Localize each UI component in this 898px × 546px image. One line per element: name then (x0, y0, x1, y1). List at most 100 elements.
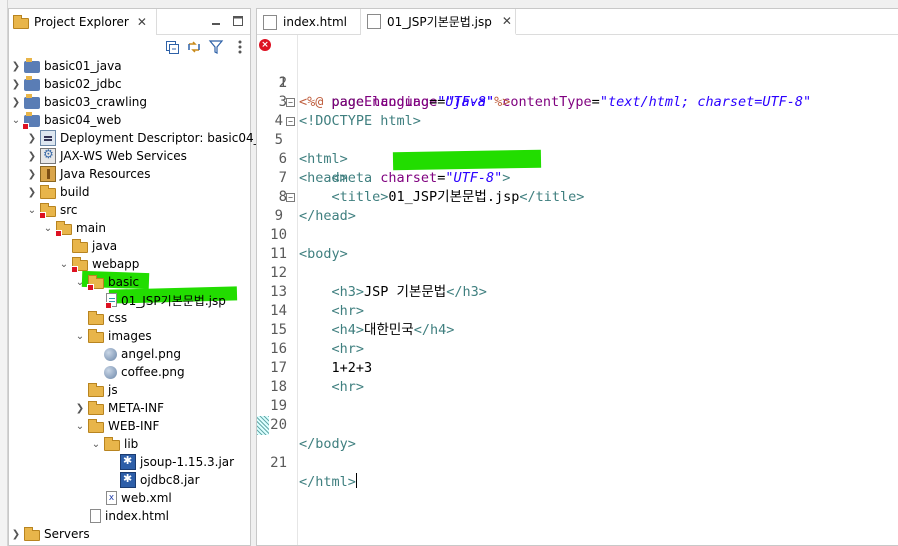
list-item[interactable]: ❯ build (27, 183, 90, 201)
folder-icon (72, 239, 88, 253)
project-explorer-panel: Project Explorer ✕ ❯ basic01_java ❯ basi… (8, 8, 284, 546)
list-item[interactable]: css (85, 309, 127, 327)
tab-label: 01_JSP기본문법.jsp (387, 14, 492, 29)
list-item[interactable]: ⌄ main (43, 219, 106, 237)
list-item[interactable]: ⌄ images (75, 327, 152, 345)
chevron-right-icon[interactable]: ❯ (27, 147, 37, 165)
explorer-tab-bar: Project Explorer ✕ (9, 9, 250, 35)
tree-item-label: jsoup-1.15.3.jar (140, 455, 235, 469)
html-file-icon (90, 509, 101, 523)
image-file-icon (104, 366, 117, 379)
tree-item-label: basic03_crawling (44, 95, 148, 109)
folder-icon (88, 419, 104, 433)
tree-item-label: META-INF (108, 401, 165, 415)
folder-icon (40, 185, 56, 199)
tree-item-label: lib (124, 437, 139, 451)
chevron-right-icon[interactable]: ❯ (27, 183, 37, 201)
fold-collapse-icon[interactable]: − (286, 98, 295, 107)
list-item[interactable]: angel.png (101, 345, 181, 363)
list-item[interactable]: js (85, 381, 118, 399)
list-item[interactable]: ❯ Java Resources (27, 165, 150, 183)
code-line: 20 </body> (257, 397, 897, 452)
list-item[interactable]: ❯ Servers (11, 525, 90, 543)
list-item[interactable]: ❯ Deployment Descriptor: basic04_web (27, 129, 284, 147)
folder-icon (55, 221, 72, 237)
list-item[interactable]: ⌄ basic04_web (11, 111, 121, 130)
tree-item-label: WEB-INF (108, 419, 160, 433)
list-item[interactable]: ⌄ webapp (59, 255, 139, 273)
minimize-icon[interactable] (209, 14, 223, 28)
list-item[interactable]: jsoup-1.15.3.jar (117, 453, 234, 471)
list-item[interactable]: index.html (85, 507, 169, 525)
chevron-right-icon[interactable]: ❯ (27, 165, 37, 183)
code-line: 11 (257, 226, 897, 262)
chevron-right-icon[interactable]: ❯ (11, 75, 21, 93)
java-resources-icon (40, 166, 56, 182)
close-icon[interactable]: ✕ (137, 15, 147, 29)
code-line: 2 pageEncoding="UTF-8"%> (257, 55, 897, 110)
chevron-down-icon[interactable]: ⌄ (75, 417, 85, 435)
list-item[interactable]: ❯ JAX-WS Web Services (27, 147, 187, 165)
tree-item-label: webapp (92, 257, 140, 271)
list-item[interactable]: coffee.png (101, 363, 185, 381)
list-item[interactable]: ojdbc8.jar (117, 471, 200, 489)
tab-project-explorer[interactable]: Project Explorer ✕ (9, 9, 157, 35)
image-file-icon (104, 348, 117, 361)
chevron-down-icon[interactable]: ⌄ (43, 219, 53, 237)
list-item[interactable]: 01_JSP기본문법.jsp (101, 291, 226, 309)
code-line: 5 − <head> (257, 112, 897, 186)
current-line-marker (257, 416, 269, 435)
chevron-down-icon[interactable]: ⌄ (11, 111, 21, 129)
list-item[interactable]: ⌄ lib (91, 435, 138, 453)
folder-icon (104, 437, 120, 451)
code-token: </body> (299, 436, 356, 452)
tab-index-html[interactable]: index.html (257, 9, 361, 35)
tree-item-label: basic01_java (44, 59, 122, 73)
code-editor[interactable]: index.html 01_JSP기본문법.jsp ✕ × 1 <%@ page… (256, 8, 898, 546)
chevron-down-icon[interactable]: ⌄ (75, 327, 85, 345)
chevron-right-icon[interactable]: ❯ (11, 93, 21, 111)
list-item[interactable]: ❯ basic02_jdbc (11, 75, 122, 93)
view-menu-icon[interactable] (232, 39, 248, 55)
chevron-right-icon[interactable]: ❯ (11, 57, 21, 75)
jsp-file-icon (367, 13, 381, 29)
deployment-descriptor-icon (40, 130, 56, 146)
list-item[interactable]: x web.xml (101, 489, 172, 507)
chevron-down-icon[interactable]: ⌄ (27, 201, 37, 219)
chevron-down-icon[interactable]: ⌄ (59, 255, 69, 273)
html-file-icon (263, 14, 277, 30)
list-item[interactable]: ⌄ WEB-INF (75, 417, 159, 435)
jar-file-icon (120, 454, 136, 470)
filter-icon[interactable] (208, 39, 224, 55)
chevron-right-icon[interactable]: ❯ (27, 129, 37, 147)
code-line: 13 <hr> (257, 264, 897, 319)
chevron-right-icon[interactable]: ❯ (11, 525, 21, 543)
code-line: 10 (257, 207, 897, 243)
list-item[interactable]: java (69, 237, 117, 255)
folder-icon (88, 329, 104, 343)
chevron-down-icon[interactable]: ⌄ (75, 273, 85, 291)
chevron-right-icon[interactable]: ❯ (75, 399, 85, 417)
fold-collapse-icon[interactable]: − (286, 193, 295, 202)
list-item[interactable]: ❯ META-INF (75, 399, 164, 417)
xml-file-icon: x (106, 491, 117, 505)
maximize-icon[interactable] (231, 14, 245, 28)
line-number: 21 (270, 455, 287, 471)
error-icon[interactable]: × (259, 39, 271, 51)
tree-item-label: build (60, 185, 90, 199)
fold-collapse-icon[interactable]: − (286, 117, 295, 126)
tab-jsp-file[interactable]: 01_JSP기본문법.jsp ✕ (361, 9, 516, 35)
link-with-editor-icon[interactable] (186, 39, 202, 55)
collapse-all-icon[interactable] (164, 39, 180, 55)
tree-item-label: Servers (44, 527, 90, 541)
error-icon (87, 284, 94, 291)
code-line: 8 </head> (257, 169, 897, 224)
chevron-down-icon[interactable]: ⌄ (91, 435, 101, 453)
left-panel-edge (0, 0, 8, 546)
close-icon[interactable]: ✕ (502, 14, 512, 28)
list-item[interactable]: ❯ basic01_java (11, 57, 122, 75)
list-item[interactable]: ❯ basic03_crawling (11, 93, 147, 111)
list-item[interactable]: ⌄ src (27, 201, 78, 219)
list-item[interactable]: ⌄ basic (75, 273, 139, 291)
tree-item-label: coffee.png (121, 365, 185, 379)
